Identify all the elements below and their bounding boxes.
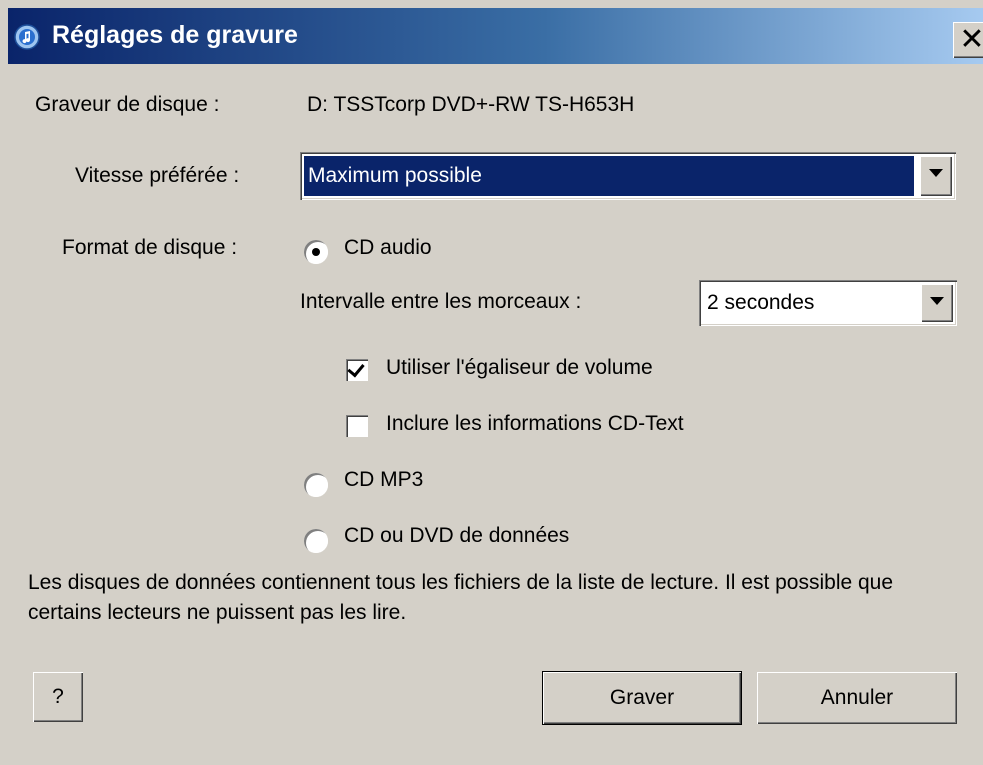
checkbox-cd-text[interactable]	[346, 415, 368, 437]
speed-selected-value: Maximum possible	[304, 156, 914, 196]
burn-settings-dialog: Réglages de gravure ✕ Graveur de disque …	[0, 0, 983, 765]
checkbox-cd-text-label[interactable]: Inclure les informations CD-Text	[386, 412, 684, 436]
close-button[interactable]: ✕	[953, 22, 983, 58]
speed-select[interactable]: Maximum possible	[300, 152, 956, 200]
burn-button[interactable]: Graver	[542, 671, 742, 725]
cancel-button-label: Annuler	[820, 686, 894, 709]
track-gap-select[interactable]: 2 secondes	[699, 280, 957, 326]
radio-cd-mp3-label[interactable]: CD MP3	[344, 468, 423, 492]
itunes-icon	[14, 24, 40, 50]
speed-dropdown-button[interactable]	[920, 156, 952, 196]
close-icon: ✕	[959, 23, 983, 56]
speed-label: Vitesse préférée :	[75, 164, 240, 187]
radio-cd-mp3[interactable]	[304, 473, 328, 497]
burner-value: D: TSSTcorp DVD+-RW TS-H653H	[307, 93, 635, 116]
checkbox-sound-check-label[interactable]: Utiliser l'égaliseur de volume	[386, 356, 653, 380]
window-title: Réglages de gravure	[52, 21, 298, 49]
burn-button-label: Graver	[609, 686, 675, 709]
track-gap-dropdown-button[interactable]	[921, 284, 953, 322]
radio-cd-audio-label[interactable]: CD audio	[344, 236, 432, 260]
help-button[interactable]: ?	[33, 672, 83, 722]
format-label: Format de disque :	[62, 236, 238, 259]
help-button-label: ?	[52, 685, 64, 708]
burner-label: Graveur de disque :	[35, 93, 220, 116]
checkbox-sound-check[interactable]	[346, 359, 368, 381]
radio-data-disc-label[interactable]: CD ou DVD de données	[344, 524, 569, 548]
radio-cd-audio[interactable]	[304, 240, 328, 264]
track-gap-selected-value: 2 secondes	[707, 291, 815, 314]
track-gap-label: Intervalle entre les morceaux :	[300, 290, 582, 313]
title-bar[interactable]: Réglages de gravure ✕	[8, 8, 983, 64]
data-disc-note: Les disques de données contiennent tous …	[28, 571, 894, 624]
cancel-button[interactable]: Annuler	[757, 672, 957, 724]
radio-data-disc[interactable]	[304, 529, 328, 553]
